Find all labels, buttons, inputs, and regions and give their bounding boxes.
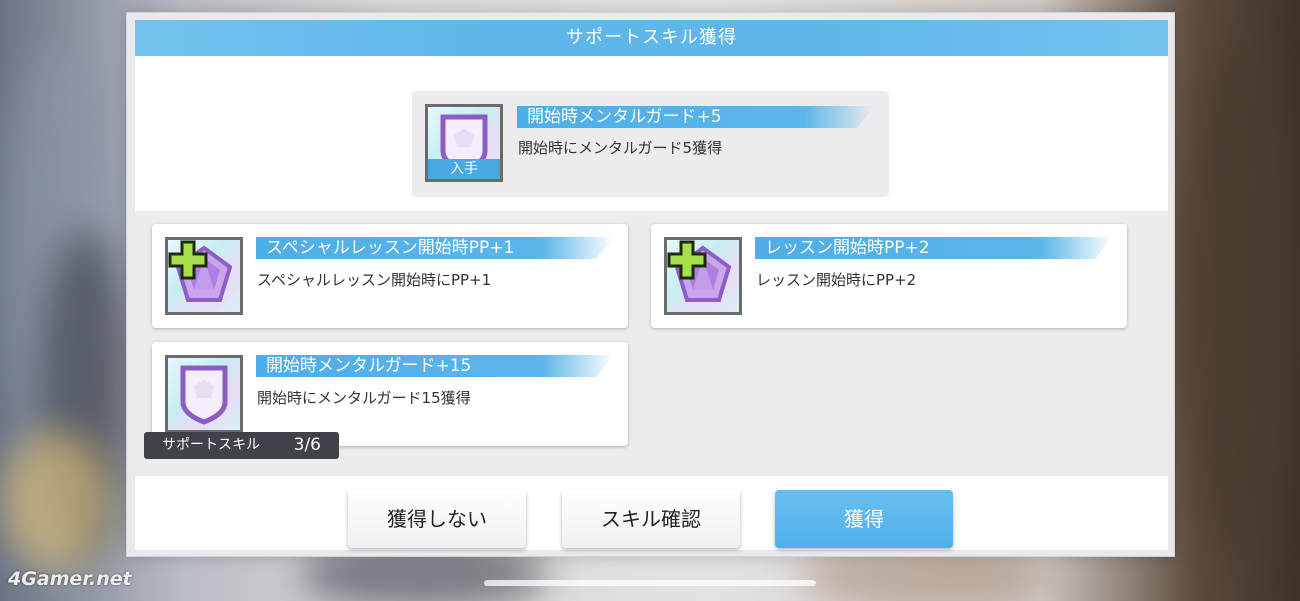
counter-value: 3/6 <box>293 435 321 455</box>
skill-name: スペシャルレッスン開始時PP+1 <box>256 237 614 259</box>
skill-card-special-lesson-pp[interactable]: スペシャルレッスン開始時PP+1 スペシャルレッスン開始時にPP+1 <box>152 224 628 328</box>
pentagon-gem-icon <box>165 237 243 315</box>
acquire-button[interactable]: 獲得 <box>775 490 953 548</box>
shield-icon: 入手 <box>425 104 503 182</box>
support-skill-counter: サポートスキル 3/6 <box>144 432 339 459</box>
decline-button[interactable]: 獲得しない <box>348 490 526 548</box>
shield-icon <box>165 355 243 433</box>
acquired-skill-area: 入手 開始時メンタルガード+5 開始時にメンタルガード5獲得 <box>135 56 1168 211</box>
skill-description: 開始時にメンタルガード15獲得 <box>257 389 471 407</box>
skill-description: レッスン開始時にPP+2 <box>756 271 917 289</box>
skill-name: レッスン開始時PP+2 <box>755 237 1113 259</box>
acquired-tag: 入手 <box>428 159 500 179</box>
acquired-skill-card[interactable]: 入手 開始時メンタルガード+5 開始時にメンタルガード5獲得 <box>412 91 889 197</box>
plus-icon <box>168 240 208 280</box>
skill-name: 開始時メンタルガード+15 <box>256 355 614 377</box>
acquired-skill-name: 開始時メンタルガード+5 <box>517 106 875 128</box>
skill-confirm-button[interactable]: スキル確認 <box>562 490 740 548</box>
background-door <box>1180 40 1300 560</box>
watermark-logo: 4Gamer.net <box>8 568 132 590</box>
dialog-title: サポートスキル獲得 <box>135 20 1168 56</box>
background-sign <box>0 430 110 570</box>
skill-description: スペシャルレッスン開始時にPP+1 <box>257 271 492 289</box>
acquired-skill-description: 開始時にメンタルガード5獲得 <box>518 139 723 157</box>
pentagon-gem-icon <box>664 237 742 315</box>
support-skill-dialog: サポートスキル獲得 入手 開始時メンタルガード+5 開始時にメンタルガード5獲得 <box>126 12 1175 557</box>
skill-card-mental-guard[interactable]: 開始時メンタルガード+15 開始時にメンタルガード15獲得 <box>152 342 628 446</box>
counter-label: サポートスキル <box>162 437 260 453</box>
plus-icon <box>667 240 707 280</box>
dialog-body: サポートスキル獲得 入手 開始時メンタルガード+5 開始時にメンタルガード5獲得 <box>135 20 1168 550</box>
home-indicator[interactable] <box>484 580 816 586</box>
skill-card-lesson-pp[interactable]: レッスン開始時PP+2 レッスン開始時にPP+2 <box>651 224 1127 328</box>
action-bar: 獲得しない スキル確認 獲得 <box>135 476 1168 550</box>
